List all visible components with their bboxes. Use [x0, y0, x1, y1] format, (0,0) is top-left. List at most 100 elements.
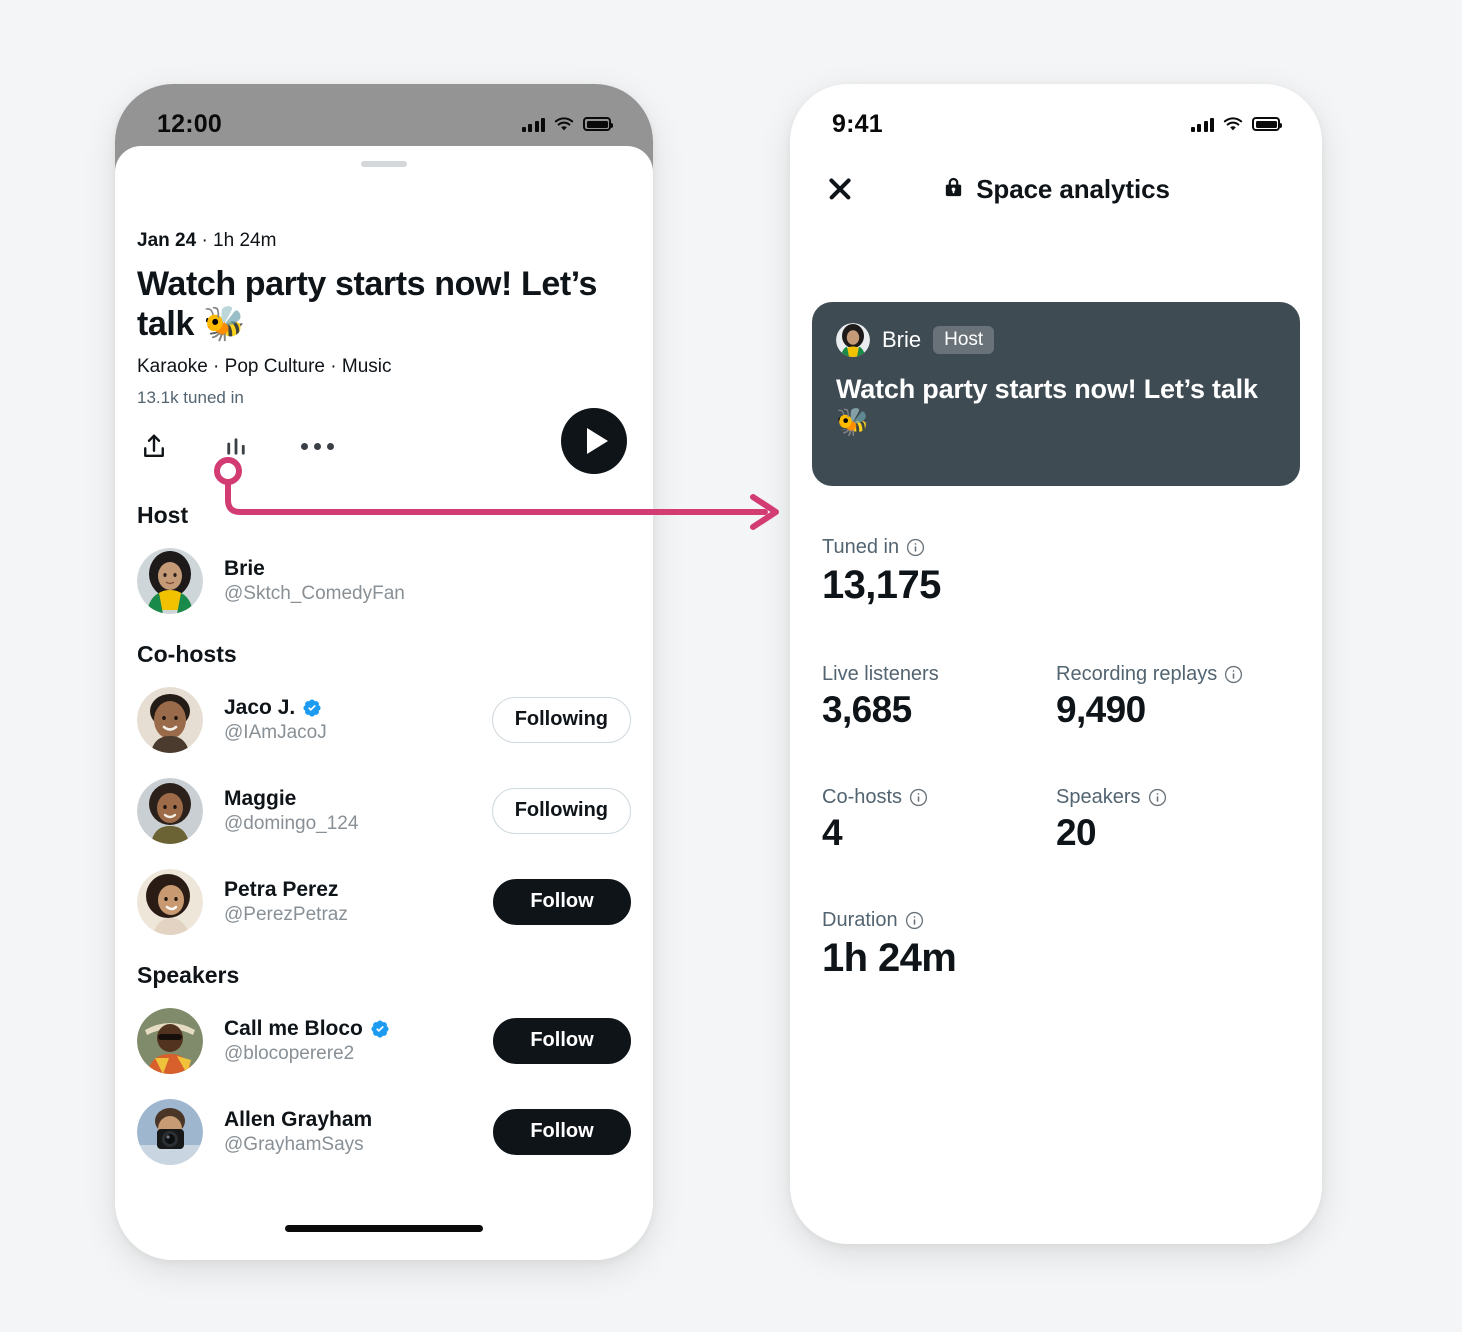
list-item[interactable]: Petra Perez @PerezPetraz Follow: [137, 864, 631, 940]
person-info: Jaco J. @IAmJacoJ: [224, 696, 327, 744]
stat-row: Co-hosts 4 Speakers 20: [822, 786, 1290, 853]
space-date: Jan 24: [137, 230, 197, 251]
close-x-icon[interactable]: [824, 173, 856, 205]
space-topics: Karaoke · Pop Culture · Music: [137, 355, 392, 377]
section-heading-speakers: Speakers: [137, 961, 240, 988]
person-name: Allen Grayham: [224, 1108, 372, 1132]
follow-button[interactable]: Follow: [493, 878, 631, 925]
status-icons: [521, 116, 613, 132]
list-item[interactable]: Brie @Sktch_ComedyFan: [137, 543, 631, 619]
info-icon[interactable]: [905, 911, 924, 930]
stat-label: Tuned in: [822, 536, 1290, 559]
info-icon[interactable]: [1148, 788, 1167, 807]
wifi-icon: [554, 116, 574, 132]
battery-full-icon: [1252, 117, 1282, 131]
status-time: 12:00: [157, 109, 222, 138]
list-item[interactable]: Allen Grayham @GrayhamSays Follow: [137, 1094, 631, 1170]
stat-label-text: Recording replays: [1056, 663, 1218, 685]
stat-label: Live listeners: [822, 663, 1056, 686]
person-handle: @blocoperere2: [224, 1042, 355, 1064]
person-name-text: Petra Perez: [224, 877, 339, 901]
person-name: Brie: [224, 557, 405, 581]
sheet-grabber[interactable]: [361, 161, 407, 167]
info-icon[interactable]: [909, 788, 928, 807]
stat-row: Live listeners 3,685 Recording replays 9…: [822, 663, 1290, 730]
stat-value: 1h 24m: [822, 935, 957, 980]
space-detail-content: Jan 24 · 1h 24m Watch party starts now! …: [115, 230, 653, 1260]
person-info: Maggie @domingo_124: [224, 787, 358, 835]
cellular-bars-icon: [521, 117, 545, 132]
follow-button[interactable]: Follow: [493, 1017, 631, 1064]
list-item[interactable]: Call me Bloco @blocoperere2 Follow: [137, 1003, 631, 1079]
page-title: Space analytics: [976, 173, 1170, 204]
space-action-row: [137, 407, 631, 480]
person-name-text: Maggie: [224, 786, 297, 810]
avatar: [137, 1098, 203, 1165]
avatar: [137, 547, 203, 614]
stat-value: 9,490: [1056, 689, 1146, 730]
stat-label-text: Live listeners: [822, 663, 939, 685]
space-summary-card[interactable]: Brie Host Watch party starts now! Let’s …: [812, 302, 1300, 486]
following-button[interactable]: Following: [491, 787, 631, 834]
person-name-text: Jaco J.: [224, 695, 296, 719]
status-icons: [1190, 116, 1282, 132]
stat-tuned-in: Tuned in 13,175: [822, 536, 1290, 606]
stat-recording-replays: Recording replays 9,490: [1056, 663, 1290, 730]
info-icon[interactable]: [1224, 665, 1243, 684]
status-time: 9:41: [832, 109, 883, 138]
stat-duration: Duration 1h 24m: [822, 909, 1290, 979]
stat-value: 13,175: [822, 563, 941, 607]
section-heading-host: Host: [137, 501, 189, 528]
following-button[interactable]: Following: [491, 696, 631, 743]
space-duration: 1h 24m: [213, 230, 277, 251]
person-name: Jaco J.: [224, 696, 327, 720]
avatar: [137, 686, 203, 753]
more-dots-icon[interactable]: [301, 443, 334, 451]
space-tuned-in-count: 13.1k tuned in: [137, 387, 244, 407]
section-heading-cohosts: Co-hosts: [137, 640, 237, 667]
info-icon[interactable]: [906, 538, 925, 557]
person-handle: @domingo_124: [224, 812, 359, 834]
battery-full-icon: [583, 117, 613, 131]
stat-label-text: Tuned in: [822, 536, 900, 558]
person-handle: @PerezPetraz: [224, 903, 348, 925]
stat-label: Recording replays: [1056, 663, 1290, 686]
analytics-title-wrap: Space analytics: [856, 174, 1256, 205]
person-handle: @GrayhamSays: [224, 1133, 364, 1155]
status-badge: Host: [933, 326, 995, 354]
stat-label: Duration: [822, 909, 1290, 932]
stat-value: 4: [822, 811, 843, 853]
play-button[interactable]: [561, 407, 627, 474]
card-host-row: Brie Host: [836, 323, 1276, 357]
stat-live-listeners: Live listeners 3,685: [822, 663, 1056, 730]
play-icon: [586, 427, 608, 454]
lock-icon: [942, 175, 965, 203]
list-item[interactable]: Maggie @domingo_124 Following: [137, 773, 631, 849]
card-host-name: Brie: [882, 327, 922, 352]
share-icon[interactable]: [137, 430, 171, 464]
analytics-header: Space analytics: [790, 150, 1322, 228]
stat-label-text: Co-hosts: [822, 785, 903, 808]
stat-value: 3,685: [822, 689, 912, 730]
follow-button[interactable]: Follow: [493, 1108, 631, 1155]
analytics-stats: Tuned in 13,175 Live listeners 3,685 Rec…: [822, 536, 1290, 979]
screenshot-stage: 12:00 Jan 24 · 1h 24m Watch party starts…: [0, 0, 1462, 1332]
space-meta: Jan 24 · 1h 24m: [137, 230, 631, 252]
person-name-text: Brie: [224, 556, 265, 580]
person-name-text: Call me Bloco: [224, 1016, 363, 1040]
person-name: Call me Bloco: [224, 1017, 390, 1041]
person-info: Call me Bloco @blocoperere2: [224, 1017, 390, 1065]
avatar: [836, 323, 870, 357]
stat-speakers: Speakers 20: [1056, 786, 1290, 853]
space-meta-sep: ·: [201, 230, 208, 251]
right-phone-mockup: 9:41 Space analytics Brie Host Watch par…: [790, 84, 1322, 1244]
person-name: Maggie: [224, 787, 358, 811]
left-status-bar: 12:00: [115, 84, 653, 150]
analytics-bars-icon[interactable]: [219, 430, 253, 464]
person-handle: @Sktch_ComedyFan: [224, 582, 405, 604]
verified-badge-icon: [302, 698, 322, 718]
card-space-title: Watch party starts now! Let’s talk 🐝: [836, 374, 1258, 438]
stat-label-text: Duration: [822, 908, 898, 931]
list-item[interactable]: Jaco J. @IAmJacoJ Following: [137, 682, 631, 758]
stat-label: Speakers: [1056, 786, 1290, 809]
